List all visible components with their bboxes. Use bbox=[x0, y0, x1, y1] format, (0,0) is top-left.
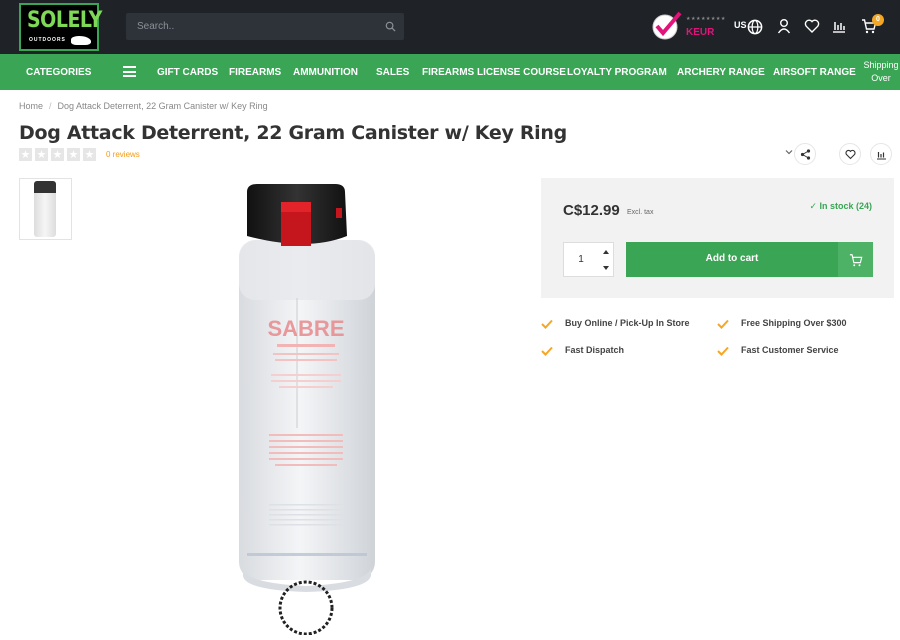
stock-status: ✓ In stock (24) bbox=[809, 201, 872, 212]
rating-stars[interactable] bbox=[19, 148, 99, 161]
star-icon bbox=[83, 148, 96, 161]
reviews-link[interactable]: 0 reviews bbox=[106, 150, 140, 159]
wishlist-button[interactable] bbox=[839, 143, 861, 165]
product-brand-text: SABRE bbox=[267, 316, 344, 341]
add-to-cart-button[interactable]: Add to cart bbox=[626, 242, 873, 277]
globe-icon[interactable] bbox=[747, 19, 763, 35]
nav-item-airsoft-range[interactable]: AIRSOFT RANGE bbox=[773, 67, 856, 78]
share-button[interactable] bbox=[794, 143, 816, 165]
quantity-input[interactable] bbox=[564, 243, 598, 276]
usp-pickup: Buy Online / Pick-Up In Store bbox=[565, 318, 690, 328]
quantity-decrease-button[interactable] bbox=[598, 260, 614, 276]
product-thumbnail[interactable] bbox=[19, 178, 72, 240]
search-input[interactable] bbox=[126, 13, 376, 40]
keur-label: KEUR bbox=[686, 27, 715, 38]
star-icon bbox=[51, 148, 64, 161]
language-label[interactable]: US bbox=[734, 20, 747, 30]
nav-item-firearms[interactable]: FIREARMS bbox=[229, 67, 281, 78]
chevron-down-icon[interactable] bbox=[785, 148, 793, 156]
keur-badge[interactable]: ★★★★★★★★ KEUR bbox=[650, 10, 725, 42]
buy-box: C$12.99 Excl. tax ✓ In stock (24) Add to… bbox=[541, 178, 894, 298]
cart-count-badge: 0 bbox=[872, 14, 884, 26]
nav-item-firearms-license-course[interactable]: FIREARMS LICENSE COURSE bbox=[422, 67, 566, 78]
bear-icon bbox=[71, 36, 91, 45]
star-icon bbox=[35, 148, 48, 161]
nav-item-gift-cards[interactable]: GIFT CARDS bbox=[157, 67, 218, 78]
check-icon bbox=[541, 319, 553, 329]
quantity-increase-button[interactable] bbox=[598, 244, 614, 260]
logo-text: SOLELY bbox=[27, 7, 102, 33]
star-icon bbox=[19, 148, 32, 161]
hamburger-icon bbox=[123, 66, 136, 77]
product-title: Dog Attack Deterrent, 22 Gram Canister w… bbox=[19, 122, 567, 144]
keur-check-icon bbox=[652, 11, 682, 40]
keur-stars: ★★★★★★★★ bbox=[686, 16, 726, 22]
compare-icon bbox=[877, 152, 886, 160]
nav-item-archery-range[interactable]: ARCHERY RANGE bbox=[677, 67, 765, 78]
breadcrumb-current: Dog Attack Deterrent, 22 Gram Canister w… bbox=[57, 101, 268, 111]
categories-label: CATEGORIES bbox=[26, 67, 92, 78]
nav-item-sales[interactable]: SALES bbox=[376, 67, 409, 78]
nav-item-ammunition[interactable]: AMMUNITION bbox=[293, 67, 358, 78]
share-icon bbox=[800, 149, 811, 160]
quantity-stepper bbox=[563, 242, 614, 277]
pepper-spray-image: SABRE bbox=[239, 184, 375, 636]
nav-item-shipping-overflow[interactable]: Shipping Over bbox=[862, 59, 900, 85]
usp-customer-service: Fast Customer Service bbox=[741, 345, 839, 355]
search-bar bbox=[126, 13, 404, 40]
check-icon bbox=[717, 346, 729, 356]
store-logo[interactable]: SOLELY OUTDOORS bbox=[19, 3, 102, 51]
user-icon[interactable] bbox=[776, 18, 792, 34]
product-price: C$12.99 bbox=[563, 202, 620, 219]
nav-item-loyalty-program[interactable]: LOYALTY PROGRAM bbox=[567, 67, 667, 78]
cart-icon bbox=[849, 254, 863, 267]
check-icon bbox=[541, 346, 553, 356]
add-to-cart-label: Add to cart bbox=[705, 253, 759, 264]
usp-fast-dispatch: Fast Dispatch bbox=[565, 345, 625, 355]
breadcrumb: Home / Dog Attack Deterrent, 22 Gram Canis… bbox=[19, 101, 268, 111]
categories-menu-button[interactable]: CATEGORIES bbox=[0, 54, 148, 90]
compare-button[interactable] bbox=[870, 143, 892, 165]
add-to-cart-icon-area[interactable] bbox=[838, 242, 873, 277]
check-icon bbox=[717, 319, 729, 329]
heart-icon bbox=[845, 149, 856, 160]
usp-free-shipping: Free Shipping Over $300 bbox=[741, 318, 847, 328]
search-icon[interactable] bbox=[385, 21, 396, 32]
check-icon: ✓ bbox=[809, 201, 820, 211]
breadcrumb-home[interactable]: Home bbox=[19, 101, 43, 111]
heart-icon[interactable] bbox=[804, 18, 820, 34]
compare-icon[interactable] bbox=[831, 18, 847, 34]
product-image[interactable]: SABRE bbox=[185, 178, 428, 636]
top-header: SOLELY OUTDOORS ★★★★★★★★ KEUR US 0 bbox=[0, 0, 900, 54]
star-icon bbox=[67, 148, 80, 161]
tax-note: Excl. tax bbox=[627, 209, 654, 216]
main-nav: CATEGORIES GIFT CARDS FIREARMS AMMUNITIO… bbox=[0, 54, 900, 90]
stock-label: In stock (24) bbox=[819, 201, 872, 211]
logo-subtext: OUTDOORS bbox=[29, 37, 66, 43]
